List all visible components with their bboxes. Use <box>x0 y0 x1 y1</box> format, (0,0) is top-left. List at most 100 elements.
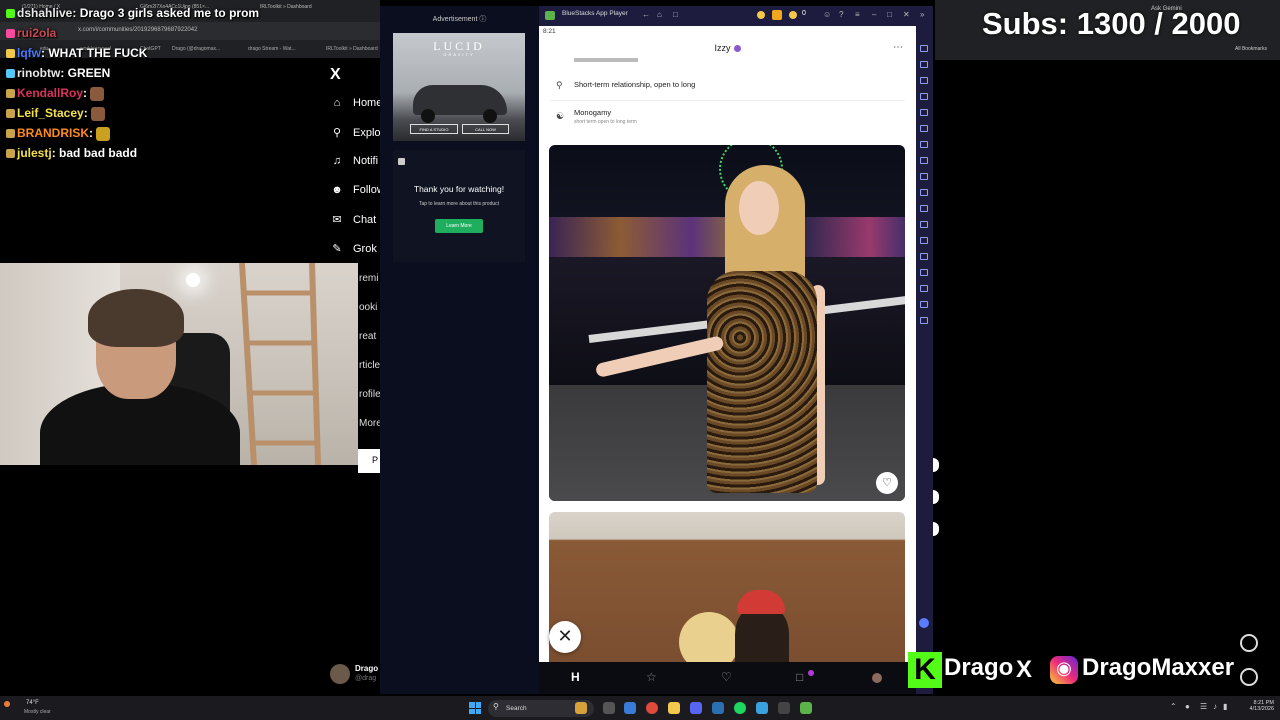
discord-icon[interactable] <box>690 702 702 714</box>
app-icon[interactable] <box>624 702 636 714</box>
nav-heart-icon[interactable]: ♡ <box>721 670 732 684</box>
account-icon[interactable]: ☺ <box>823 10 831 19</box>
chevron-up-icon[interactable]: ⌃ <box>1170 702 1177 711</box>
sidebar-tool-icon[interactable] <box>920 221 928 228</box>
notification-badge <box>808 670 814 676</box>
tabs-icon[interactable]: □ <box>673 10 678 19</box>
ad-thanks: Thank you for watching! <box>413 184 505 194</box>
sidebar-tool-icon[interactable] <box>920 205 928 212</box>
chat-bubble-icon <box>1240 668 1258 686</box>
instagram-name: DragoMaxxer <box>1082 654 1235 681</box>
avatar[interactable] <box>330 664 350 684</box>
profile-title: Izzy <box>539 43 916 53</box>
sidebar-tool-icon[interactable] <box>920 253 928 260</box>
home-icon[interactable]: ⌂ <box>657 10 662 19</box>
profile-photo[interactable] <box>549 145 905 501</box>
nav-star-icon[interactable]: ☆ <box>646 670 657 684</box>
x-nav-fragment[interactable]: remi <box>359 273 378 284</box>
sidebar-tool-icon[interactable] <box>920 269 928 276</box>
app-icon[interactable] <box>575 702 587 714</box>
sidebar-tool-icon[interactable] <box>920 317 928 324</box>
tray-icon[interactable]: ● <box>1185 702 1190 711</box>
sidebar-tool-icon[interactable] <box>920 189 928 196</box>
overlay-fragment <box>933 458 939 472</box>
menu-icon[interactable]: ≡ <box>855 10 860 19</box>
like-button[interactable]: ♡ <box>876 472 898 494</box>
sidebar-tool-icon[interactable] <box>920 109 928 116</box>
people-icon: ☯ <box>556 111 565 121</box>
back-icon[interactable]: ← <box>642 10 650 19</box>
sidebar-tool-icon[interactable] <box>920 77 928 84</box>
relationship-style-sub: short term open to long term <box>574 119 637 125</box>
help-icon[interactable]: ? <box>839 10 843 19</box>
sidebar-tool-icon[interactable] <box>920 93 928 100</box>
windows-start-icon[interactable] <box>469 702 481 714</box>
minimize-icon[interactable]: – <box>872 10 876 19</box>
weather-desc: Mostly clear <box>24 709 51 715</box>
chrome-icon[interactable] <box>646 702 658 714</box>
x-nav-fragment[interactable]: rticle <box>359 360 380 371</box>
screen: { "browser": { "tabs": ["(1/271) Home / … <box>0 0 1280 720</box>
sidebar-tool-icon[interactable] <box>920 173 928 180</box>
app-icon[interactable] <box>756 702 768 714</box>
x-nav-fragment[interactable]: ooki <box>359 302 377 313</box>
relationship-style: Monogamy <box>574 108 612 117</box>
battery-icon[interactable]: ▮ <box>1223 702 1227 711</box>
ad-image[interactable]: LUCID GRAVITY FIND A STUDIO CALL NOW <box>393 33 525 141</box>
app-icon[interactable] <box>778 702 790 714</box>
x-nav-fragment[interactable]: rofile <box>359 389 381 400</box>
x-nav-grok[interactable]: ✎ Grok <box>330 242 376 255</box>
steam-icon[interactable] <box>712 702 724 714</box>
spotify-icon[interactable] <box>734 702 746 714</box>
chat-message: rinobtw: GREEN <box>0 66 380 86</box>
close-window-icon[interactable]: ✕ <box>903 10 910 19</box>
chat-message: julestj: bad bad badd <box>0 146 380 166</box>
weather-temp[interactable]: 74°F <box>26 700 39 706</box>
nav-chat-icon[interactable]: □ <box>796 670 803 684</box>
sidebar-tool-icon[interactable] <box>920 141 928 148</box>
x-nav-fragment[interactable]: reat <box>359 331 376 342</box>
find-studio-button[interactable]: FIND A STUDIO <box>410 124 458 134</box>
overlay-fragment <box>933 522 939 536</box>
grok-icon: ✎ <box>332 243 342 255</box>
x-nav-fragment[interactable]: More <box>359 418 382 429</box>
sidebar-tool-icon[interactable] <box>920 285 928 292</box>
folder-icon[interactable] <box>668 702 680 714</box>
emote-icon <box>91 106 106 121</box>
x-nav-follow[interactable]: ☻ Follow <box>330 184 385 196</box>
bluestacks-icon[interactable] <box>800 702 812 714</box>
sidebar-tool-icon[interactable] <box>920 301 928 308</box>
post-button[interactable]: P <box>358 449 380 473</box>
expand-icon[interactable]: » <box>920 10 924 19</box>
sidebar-tool-icon[interactable] <box>920 125 928 132</box>
call-now-button[interactable]: CALL NOW <box>462 124 509 134</box>
badge-icon <box>6 69 15 79</box>
maximize-icon[interactable]: □ <box>887 10 892 19</box>
bluestacks-title: BlueStacks App Player <box>562 10 628 17</box>
taskbar-clock[interactable]: 8:21 PM 4/13/2026 <box>1234 700 1274 712</box>
x-nav-chat[interactable]: ✉ Chat <box>330 213 376 226</box>
learn-more-button[interactable]: Learn More <box>435 219 483 233</box>
sidebar-tool-icon[interactable] <box>920 157 928 164</box>
volume-icon[interactable]: ♪ <box>1213 702 1217 711</box>
all-bookmarks-button[interactable]: All Bookmarks <box>1235 46 1267 52</box>
sidebar-tool-icon[interactable] <box>920 61 928 68</box>
sidebar-tool-icon[interactable] <box>920 237 928 244</box>
sidebar-tool-icon[interactable] <box>920 45 928 52</box>
discord-icon[interactable] <box>919 618 929 628</box>
chat-message: rui2ola <box>0 26 380 46</box>
kick-icon: K <box>908 652 942 688</box>
badge-icon <box>6 149 15 159</box>
badge-icon <box>6 29 15 39</box>
profile-name[interactable]: Drago <box>355 664 378 673</box>
nav-profile-avatar[interactable] <box>872 673 882 683</box>
divider <box>549 100 905 101</box>
ad-tap-text: Tap to learn more about this product <box>418 201 500 207</box>
more-options-icon[interactable]: ⋯ <box>893 42 903 53</box>
close-button[interactable]: ✕ <box>549 621 581 653</box>
wifi-icon[interactable]: ☰ <box>1200 702 1207 711</box>
task-view-icon[interactable] <box>603 702 615 714</box>
windows-taskbar <box>0 696 1280 720</box>
profile-photo[interactable] <box>549 512 905 662</box>
nav-hinge-icon[interactable]: H <box>571 670 580 684</box>
